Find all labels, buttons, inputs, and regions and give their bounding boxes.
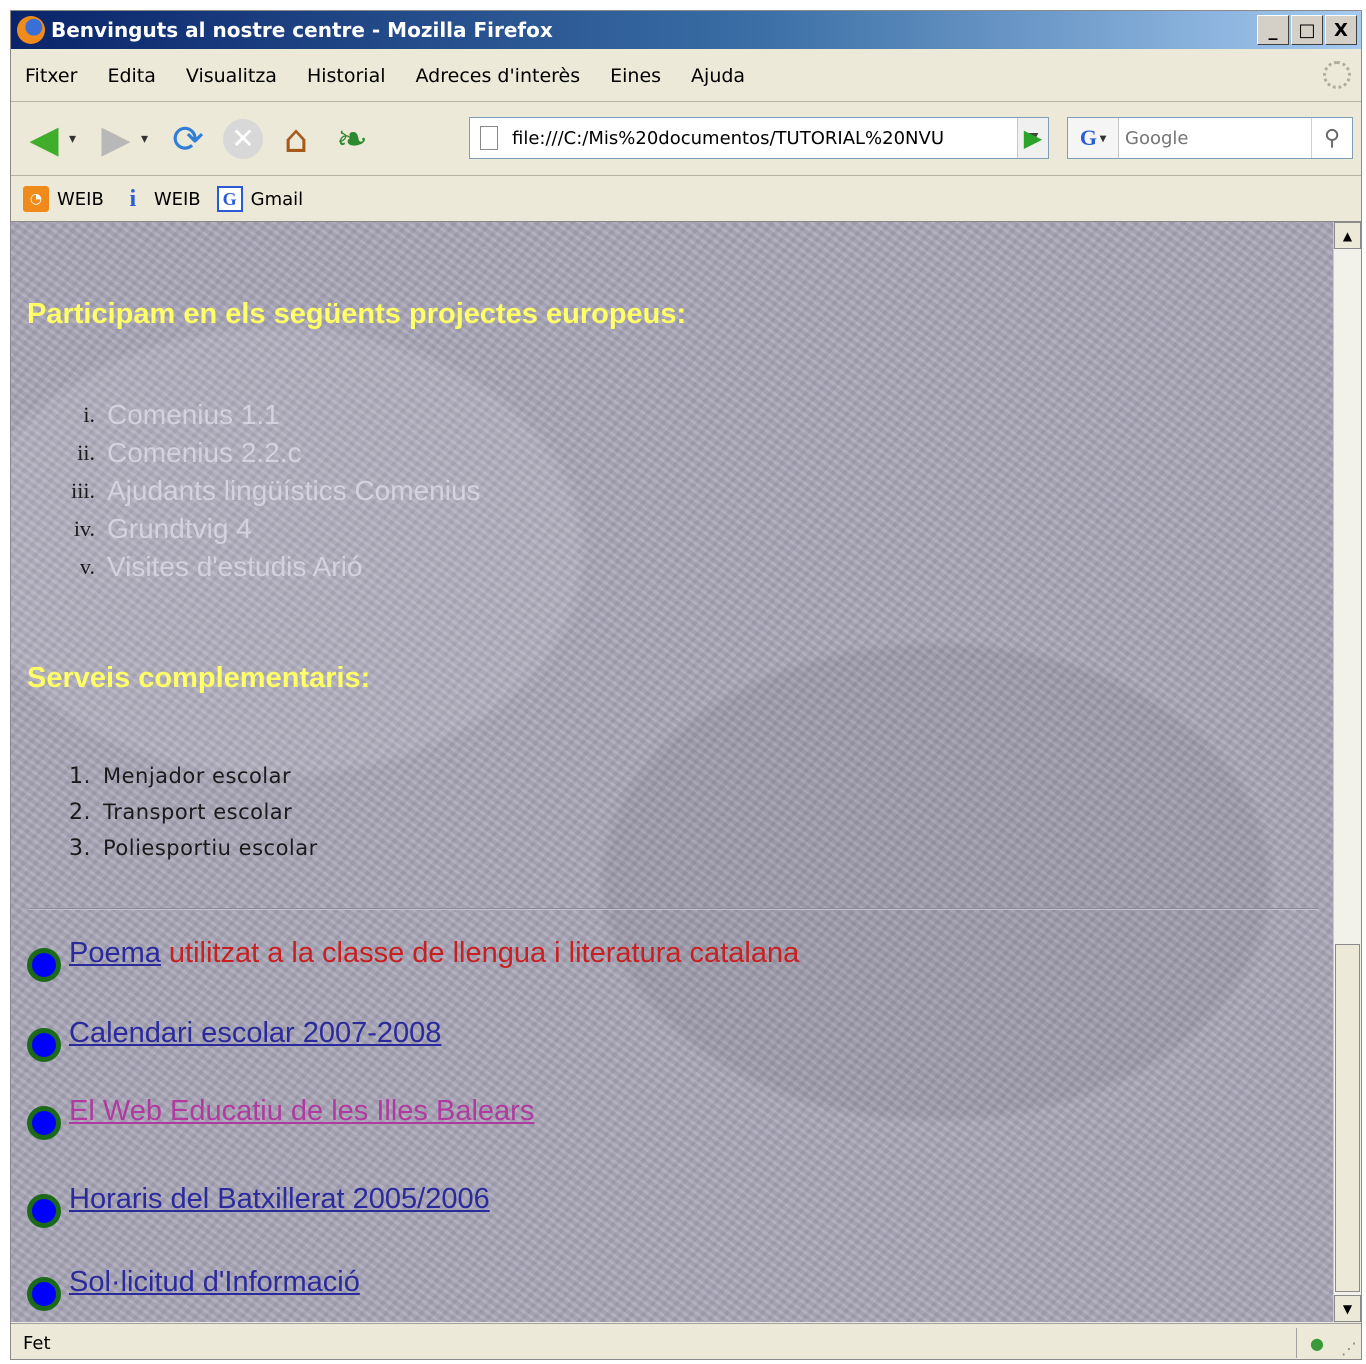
list-marker: 3.	[69, 835, 91, 861]
resize-grip-icon[interactable]: ⋰	[1337, 1328, 1361, 1358]
bookmark-gmail[interactable]: G Gmail	[216, 186, 304, 212]
list-marker: 1.	[69, 763, 91, 789]
list-item: ii. Comenius 2.2.c	[51, 434, 481, 472]
scroll-down-icon[interactable]: ▼	[1334, 1295, 1361, 1322]
bookmarks-toolbar: ◔ WEIB i WEIB G Gmail	[11, 177, 1361, 222]
menu-file[interactable]: Fitxer	[25, 65, 77, 87]
link-row-request: Sol·licitud d'Informació	[27, 1265, 360, 1311]
projects-list: i. Comenius 1.1 ii. Comenius 2.2.c iii. …	[51, 396, 481, 586]
link-row-poema: Poema utilitzat a la classe de llengua i…	[27, 936, 800, 982]
bullet-icon	[27, 1106, 61, 1140]
firefox-icon	[17, 16, 45, 44]
weib-link[interactable]: El Web Educatiu de les Illes Balears	[69, 1095, 534, 1128]
service-label: Menjador escolar	[103, 764, 292, 788]
link-row-calendar: Calendari escolar 2007-2008	[27, 1016, 441, 1062]
search-bar[interactable]: G▾ ⚲	[1067, 117, 1353, 159]
back-arrow-icon[interactable]: ◀	[21, 116, 67, 162]
services-list: 1. Menjador escolar 2. Transport escolar…	[51, 758, 318, 866]
stop-icon[interactable]: ✕	[223, 119, 263, 159]
link-row-weib: El Web Educatiu de les Illes Balears	[27, 1094, 534, 1140]
list-marker: ii.	[77, 440, 95, 465]
schedule-link[interactable]: Horaris del Batxillerat 2005/2006	[69, 1183, 490, 1216]
navigation-toolbar: ◀ ▾ ▶ ▾ ⟳ ✕ ⌂ ❧ file:///C:/Mis%20documen…	[11, 103, 1361, 176]
menu-history[interactable]: Historial	[307, 65, 386, 87]
browser-window: Benvinguts al nostre centre - Mozilla Fi…	[10, 10, 1362, 1360]
search-input[interactable]	[1119, 119, 1311, 157]
bullet-icon	[27, 948, 61, 982]
list-item: 3. Poliesportiu escolar	[51, 830, 318, 866]
reload-icon[interactable]: ⟳	[165, 116, 211, 162]
info-icon: i	[129, 185, 137, 212]
project-label: Ajudants lingüístics Comenius	[107, 475, 481, 506]
back-history-dropdown-icon[interactable]: ▾	[69, 131, 83, 147]
address-bar[interactable]: file:///C:/Mis%20documentos/TUTORIAL%20N…	[469, 117, 1049, 159]
project-label: Grundtvig 4	[107, 513, 252, 544]
vertical-scrollbar[interactable]: ▲ ▼	[1333, 222, 1361, 1322]
bookmark-label: WEIB	[57, 188, 104, 210]
list-item: 1. Menjador escolar	[51, 758, 318, 794]
status-text: Fet	[23, 1332, 51, 1354]
list-marker: i.	[83, 402, 95, 427]
list-marker: iv.	[73, 516, 95, 541]
horizontal-rule	[29, 908, 1319, 910]
status-bar: Fet ● ⋰	[11, 1323, 1361, 1359]
list-item: iii. Ajudants lingüístics Comenius	[51, 472, 481, 510]
information-request-link[interactable]: Sol·licitud d'Informació	[69, 1266, 360, 1299]
throbber-icon	[1323, 61, 1351, 89]
list-item: iv. Grundtvig 4	[51, 510, 481, 548]
scrollbar-thumb[interactable]	[1335, 944, 1360, 1292]
services-heading: Serveis complementaris:	[27, 662, 371, 694]
list-marker: v.	[79, 554, 95, 579]
google-icon: G	[1079, 125, 1098, 150]
close-button[interactable]: X	[1325, 15, 1357, 45]
link-row-schedule: Horaris del Batxillerat 2005/2006	[27, 1182, 490, 1228]
menu-view[interactable]: Visualitza	[186, 65, 277, 87]
service-label: Poliesportiu escolar	[103, 836, 318, 860]
list-item: v. Visites d'estudis Arió	[51, 548, 481, 586]
bookmark-label: WEIB	[153, 188, 201, 210]
menu-tools[interactable]: Eines	[610, 65, 661, 87]
service-label: Transport escolar	[103, 800, 293, 824]
poema-link[interactable]: Poema	[69, 937, 161, 970]
page-icon	[480, 126, 498, 150]
bullet-icon	[27, 1194, 61, 1228]
connection-status-icon: ●	[1296, 1328, 1337, 1358]
home-icon[interactable]: ⌂	[273, 116, 319, 162]
list-marker: iii.	[71, 478, 95, 503]
bookmark-weib-info[interactable]: i WEIB	[120, 185, 201, 212]
url-text[interactable]: file:///C:/Mis%20documentos/TUTORIAL%20N…	[512, 128, 1017, 149]
scroll-up-icon[interactable]: ▲	[1334, 222, 1361, 249]
list-item: i. Comenius 1.1	[51, 396, 481, 434]
window-controls: _ □ X	[1257, 15, 1357, 45]
magnifier-icon[interactable]: ⚲	[1311, 118, 1352, 158]
project-label: Comenius 2.2.c	[107, 437, 302, 468]
minimize-button[interactable]: _	[1257, 15, 1289, 45]
menu-bookmarks[interactable]: Adreces d'interès	[416, 65, 581, 87]
list-item: 2. Transport escolar	[51, 794, 318, 830]
project-label: Visites d'estudis Arió	[107, 551, 363, 582]
forward-arrow-icon[interactable]: ▶	[93, 116, 139, 162]
menu-edit[interactable]: Edita	[107, 65, 155, 87]
maximize-button[interactable]: □	[1291, 15, 1323, 45]
search-engine-selector[interactable]: G ▾	[1068, 118, 1119, 158]
school-calendar-link[interactable]: Calendari escolar 2007-2008	[69, 1017, 441, 1050]
menu-bar: Fitxer Edita Visualitza Historial Adrece…	[11, 51, 1361, 102]
menu-help[interactable]: Ajuda	[691, 65, 745, 87]
rss-icon: ◔	[23, 186, 49, 212]
projects-heading: Participam en els següents projectes eur…	[27, 298, 687, 330]
window-title: Benvinguts al nostre centre - Mozilla Fi…	[51, 18, 553, 42]
go-icon[interactable]: ▶	[1013, 118, 1053, 158]
bookmark-label: Gmail	[250, 188, 304, 210]
bookmark-weib-feed[interactable]: ◔ WEIB	[23, 186, 104, 212]
google-icon: G	[216, 186, 243, 212]
list-marker: 2.	[69, 799, 91, 825]
bullet-icon	[27, 1028, 61, 1062]
title-bar: Benvinguts al nostre centre - Mozilla Fi…	[11, 11, 1361, 49]
page-content: Participam en els següents projectes eur…	[11, 222, 1333, 1322]
leaf-icon[interactable]: ❧	[329, 116, 375, 162]
bullet-icon	[27, 1277, 61, 1311]
poema-note: utilitzat a la classe de llengua i liter…	[168, 937, 800, 969]
project-label: Comenius 1.1	[107, 399, 280, 430]
forward-history-dropdown-icon[interactable]: ▾	[141, 131, 155, 147]
